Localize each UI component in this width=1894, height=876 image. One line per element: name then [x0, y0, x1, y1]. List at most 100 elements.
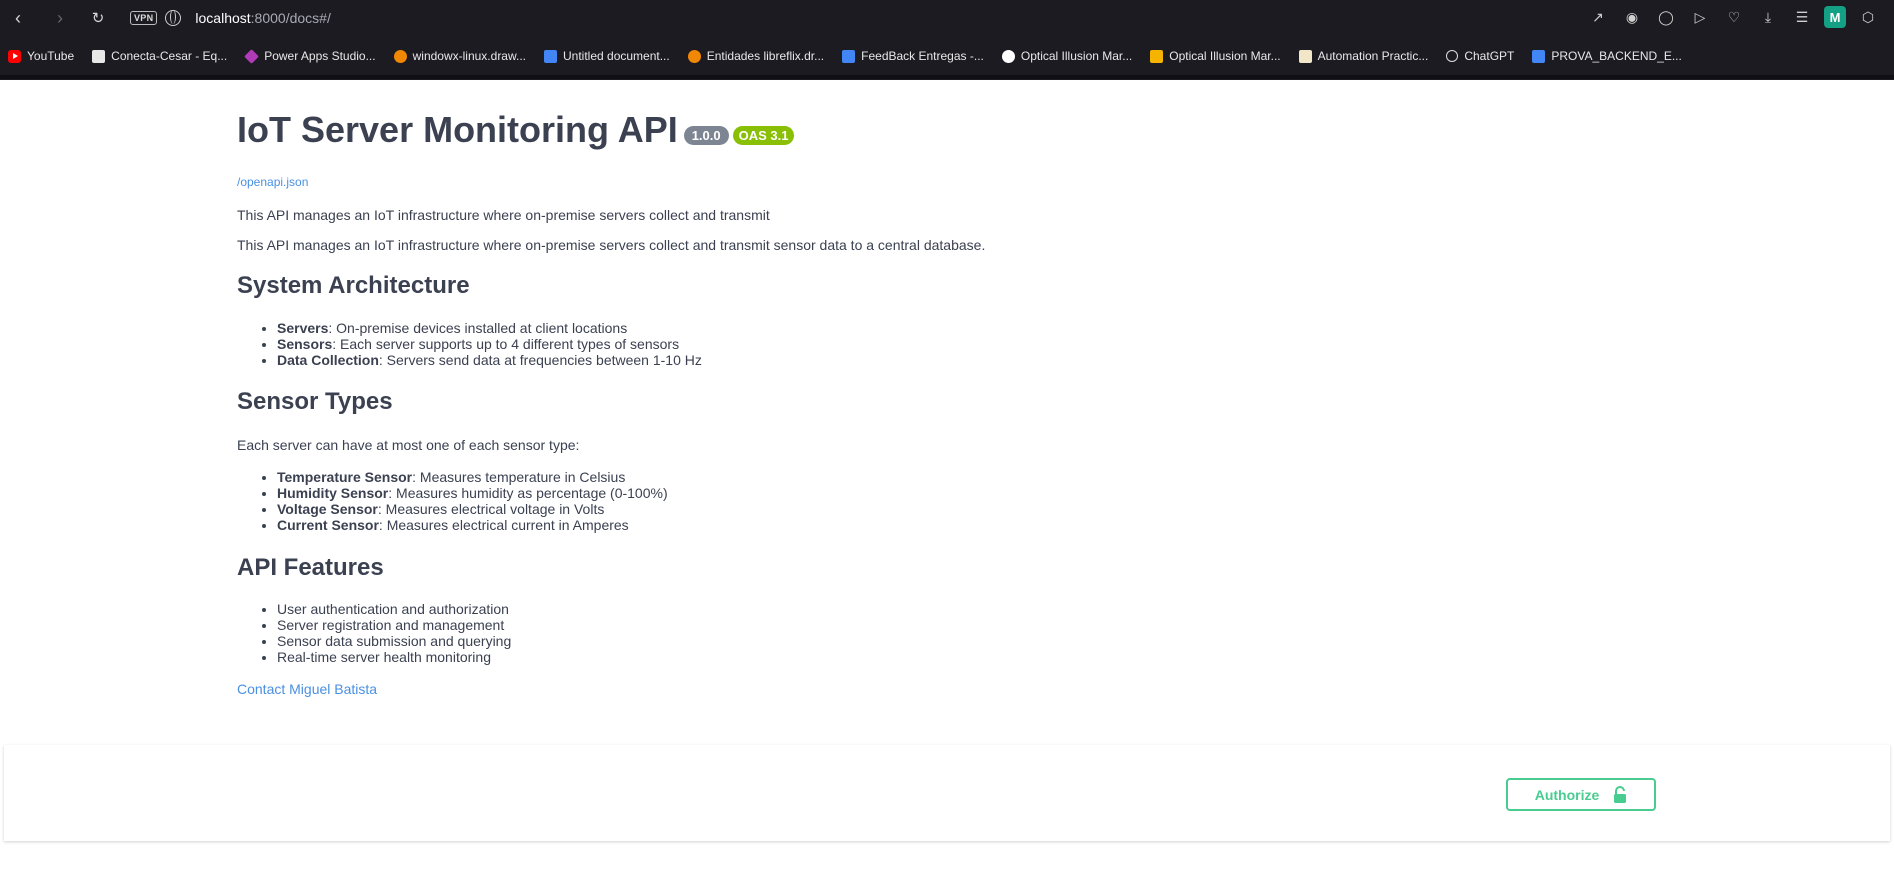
- bookmark-item[interactable]: ChatGPT: [1446, 49, 1514, 63]
- bookmark-item[interactable]: Optical Illusion Mar...: [1001, 49, 1133, 63]
- google-docs-icon: [544, 49, 557, 63]
- play-icon[interactable]: ▷: [1688, 5, 1712, 29]
- list-item: Humidity Sensor: Measures humidity as pe…: [277, 485, 668, 501]
- automation-icon: [1298, 49, 1312, 63]
- google-icon: [1001, 49, 1015, 63]
- bookmark-item[interactable]: Entidades libreflix.dr...: [687, 49, 825, 63]
- menu-icon[interactable]: ☰: [1790, 5, 1814, 29]
- bookmark-item[interactable]: FeedBack Entregas -...: [842, 49, 984, 63]
- bookmark-label: windowx-linux.draw...: [412, 49, 526, 63]
- features-heading: API Features: [237, 554, 384, 581]
- url-path: :8000/docs#/: [250, 10, 331, 26]
- bookmark-item[interactable]: Optical Illusion Mar...: [1150, 49, 1281, 63]
- list-text: : Each server supports up to 4 different…: [332, 336, 680, 352]
- list-term: Temperature Sensor: [277, 469, 413, 485]
- list-text: : Measures temperature in Celsius: [412, 469, 626, 485]
- google-docs-icon: [1532, 49, 1546, 63]
- bookmark-label: PROVA_BACKEND_E...: [1551, 49, 1682, 63]
- reload-icon[interactable]: ↻: [84, 4, 112, 32]
- title-row: IoT Server Monitoring API 1.0.0 OAS 3.1: [237, 108, 1697, 151]
- bookmark-label: Conecta-Cesar - Eq...: [111, 49, 228, 63]
- bookmark-item[interactable]: windowx-linux.draw...: [393, 49, 526, 63]
- bookmark-item[interactable]: Automation Practic...: [1298, 49, 1429, 63]
- version-badge: 1.0.0: [683, 126, 729, 145]
- page-title: IoT Server Monitoring API: [237, 109, 678, 150]
- authorize-button[interactable]: Authorize: [1506, 778, 1656, 811]
- sensor-types-heading: Sensor Types: [237, 388, 393, 415]
- sensor-types-intro: Each server can have at most one of each…: [237, 437, 580, 453]
- url-host: localhost: [195, 10, 251, 26]
- youtube-icon: [8, 49, 21, 63]
- list-item: Sensors: Each server supports up to 4 di…: [277, 336, 702, 352]
- features-list: User authentication and authorization Se…: [237, 601, 511, 665]
- avatar[interactable]: M: [1824, 6, 1846, 28]
- bookmark-item[interactable]: YouTube: [8, 49, 74, 63]
- camera-icon[interactable]: ◉: [1620, 5, 1644, 29]
- bookmark-label: Untitled document...: [563, 49, 670, 63]
- bookmark-item[interactable]: Power Apps Studio...: [244, 48, 376, 64]
- bookmark-label: Entidades libreflix.dr...: [706, 49, 825, 63]
- vpn-badge[interactable]: VPN: [130, 11, 158, 25]
- download-icon[interactable]: ⤓: [1756, 5, 1780, 29]
- google-docs-icon: [842, 49, 856, 63]
- description-text: This API manages an IoT infrastructure w…: [237, 237, 986, 253]
- list-term: Voltage Sensor: [277, 501, 378, 517]
- chrome-divider: [0, 75, 1894, 79]
- bookmark-label: Optical Illusion Mar...: [1020, 49, 1133, 63]
- bookmark-label: YouTube: [27, 49, 75, 63]
- list-item: Real-time server health monitoring: [277, 649, 511, 665]
- drawio-icon: [687, 49, 701, 63]
- list-item: Servers: On-premise devices installed at…: [277, 320, 702, 336]
- list-text: : Servers send data at frequencies betwe…: [378, 352, 702, 368]
- extension-cube-icon[interactable]: ⬡: [1856, 5, 1880, 29]
- globe-icon: [165, 10, 182, 26]
- back-arrow-icon[interactable]: ‹: [4, 4, 32, 32]
- shield-icon[interactable]: ◯: [1654, 5, 1678, 29]
- list-text: : Measures humidity as percentage (0-100…: [388, 485, 668, 501]
- list-term: Servers: [277, 320, 329, 336]
- list-item: Temperature Sensor: Measures temperature…: [277, 469, 668, 485]
- sensor-types-list: Temperature Sensor: Measures temperature…: [237, 469, 668, 533]
- list-term: Current Sensor: [277, 517, 379, 533]
- power-apps-icon: [244, 48, 260, 64]
- list-term: Sensors: [277, 336, 333, 352]
- bookmarks-bar: YouTube Conecta-Cesar - Eq... Power Apps…: [0, 44, 1894, 68]
- browser-chrome: ‹ › ↻ VPN localhost:8000/docs#/ ↗ ◉ ◯ ▷ …: [0, 0, 1894, 80]
- openapi-json-link[interactable]: /openapi.json: [237, 175, 308, 189]
- architecture-heading: System Architecture: [237, 272, 470, 299]
- bookmark-item[interactable]: PROVA_BACKEND_E...: [1532, 49, 1682, 63]
- authorize-label: Authorize: [1534, 786, 1600, 803]
- bookmark-label: Optical Illusion Mar...: [1169, 49, 1281, 63]
- forward-arrow-icon[interactable]: ›: [46, 4, 74, 32]
- architecture-list: Servers: On-premise devices installed at…: [237, 320, 702, 368]
- google-slides-icon: [1150, 49, 1164, 63]
- list-term: Data Collection: [277, 352, 379, 368]
- oas-badge: OAS 3.1: [732, 126, 795, 145]
- list-text: : Measures electrical voltage in Volts: [377, 501, 605, 517]
- address-bar: ‹ › ↻ VPN localhost:8000/docs#/ ↗ ◉ ◯ ▷ …: [0, 0, 1894, 36]
- bookmark-label: Power Apps Studio...: [264, 49, 376, 63]
- list-item: Data Collection: Servers send data at fr…: [277, 352, 702, 368]
- list-text: : Measures electrical current in Amperes: [378, 517, 629, 533]
- chatgpt-icon: [1446, 50, 1459, 62]
- api-info: IoT Server Monitoring API 1.0.0 OAS 3.1: [237, 108, 1697, 151]
- list-item: Server registration and management: [277, 617, 511, 633]
- bookmark-item[interactable]: Conecta-Cesar - Eq...: [92, 49, 227, 63]
- lock-icon: [1613, 785, 1627, 804]
- bookmark-item[interactable]: Untitled document...: [544, 49, 670, 63]
- list-item: Current Sensor: Measures electrical curr…: [277, 517, 668, 533]
- bookmark-label: Automation Practic...: [1317, 49, 1429, 63]
- list-item: User authentication and authorization: [277, 601, 511, 617]
- list-text: : On-premise devices installed at client…: [328, 320, 628, 336]
- drawio-icon: [393, 49, 407, 63]
- heart-icon[interactable]: ♡: [1722, 5, 1746, 29]
- toolbar-icons: ↗ ◉ ◯ ▷ ♡ ⤓ ☰ M ⬡: [1586, 5, 1880, 29]
- summary-text: This API manages an IoT infrastructure w…: [237, 207, 770, 223]
- contact-link[interactable]: Contact Miguel Batista: [237, 681, 377, 697]
- list-item: Voltage Sensor: Measures electrical volt…: [277, 501, 668, 517]
- bookmark-label: FeedBack Entregas -...: [861, 49, 984, 63]
- url-field[interactable]: localhost:8000/docs#/: [195, 10, 330, 26]
- list-item: Sensor data submission and querying: [277, 633, 511, 649]
- share-icon[interactable]: ↗: [1586, 5, 1610, 29]
- file-icon: [92, 49, 106, 63]
